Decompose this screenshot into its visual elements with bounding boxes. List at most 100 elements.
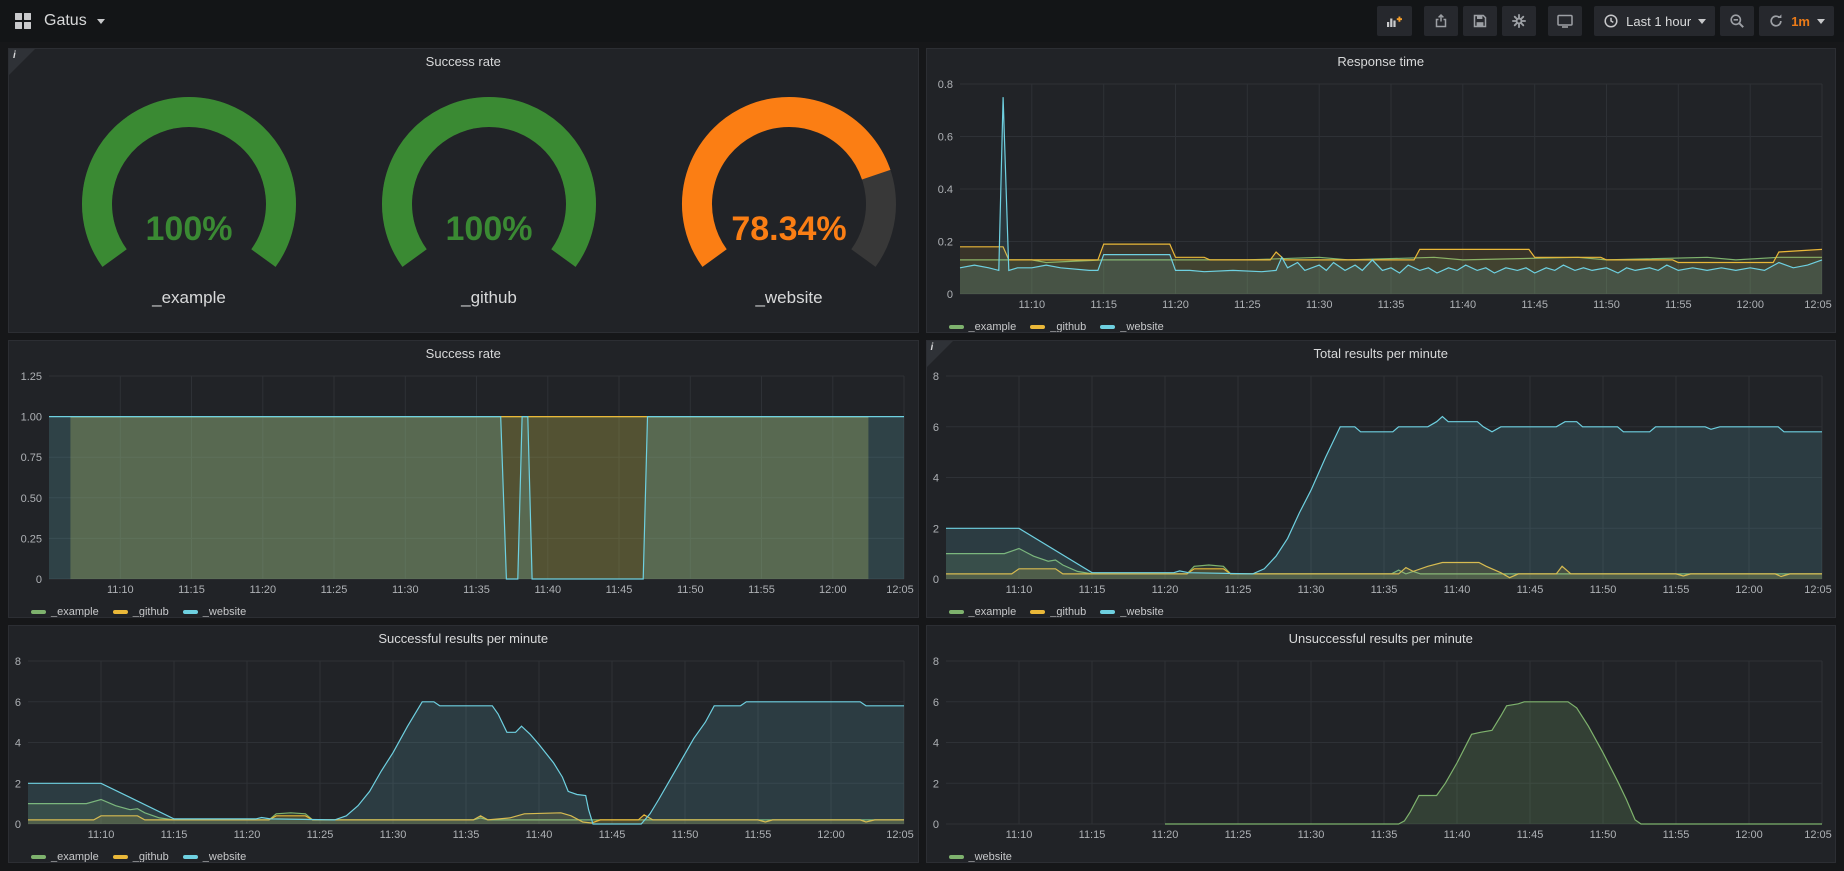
legend-item-_github[interactable]: _github (1030, 321, 1086, 333)
chart-legend: _example _github _website (927, 317, 1836, 333)
gauge-label: _github (461, 288, 517, 308)
legend-item-_example[interactable]: _example (31, 606, 99, 618)
add-panel-button[interactable] (1377, 6, 1412, 36)
series-fill-_website (49, 417, 904, 579)
save-button[interactable] (1463, 6, 1497, 36)
svg-text:0.2: 0.2 (937, 237, 952, 249)
legend-swatch (1100, 325, 1115, 329)
info-icon: i (931, 342, 934, 353)
chart-panel-body: 0246811:1011:1511:2011:2511:3011:3511:40… (927, 366, 1836, 618)
panel-title[interactable]: Success rate (9, 341, 918, 366)
legend-item-_example[interactable]: _example (949, 321, 1017, 333)
chart-canvas[interactable]: 00.20.40.60.811:1011:1511:2011:2511:3011… (927, 74, 1836, 312)
refresh-button[interactable]: 1m (1759, 6, 1834, 36)
gauge-arc: 78.34% (639, 92, 919, 284)
legend-item-_website[interactable]: _website (1100, 321, 1163, 333)
svg-text:11:35: 11:35 (1377, 299, 1404, 311)
svg-text:11:15: 11:15 (1090, 299, 1117, 311)
gauge-label: _example (152, 288, 226, 308)
legend-label: _github (1050, 321, 1086, 333)
legend-item-_github[interactable]: _github (1030, 606, 1086, 618)
chart-legend: _website (927, 847, 1836, 863)
svg-text:0: 0 (36, 574, 42, 586)
chart-canvas[interactable]: 0246811:1011:1511:2011:2511:3011:3511:40… (927, 651, 1836, 842)
legend-label: _example (969, 321, 1017, 333)
svg-text:11:10: 11:10 (1005, 829, 1032, 841)
time-range-picker[interactable]: Last 1 hour (1594, 6, 1715, 36)
dashboards-grid-icon[interactable] (14, 12, 32, 30)
svg-text:11:20: 11:20 (1151, 829, 1178, 841)
panel-title[interactable]: Total results per minute (927, 341, 1836, 366)
svg-text:11:30: 11:30 (1297, 584, 1324, 596)
legend-label: _github (1050, 606, 1086, 618)
tv-mode-button[interactable] (1548, 6, 1582, 36)
svg-text:0.75: 0.75 (21, 452, 42, 464)
legend-item-_example[interactable]: _example (949, 606, 1017, 618)
top-navbar: Gatus L (0, 0, 1844, 42)
gauge-label: _website (755, 288, 822, 308)
chart-panel-body: 00.250.500.751.001.2511:1011:1511:2011:2… (9, 366, 918, 618)
svg-text:1.25: 1.25 (21, 371, 42, 383)
panel-title[interactable]: Response time (927, 49, 1836, 74)
chart-canvas[interactable]: 0246811:1011:1511:2011:2511:3011:3511:40… (9, 651, 918, 842)
panel-info-corner[interactable]: i (9, 49, 35, 75)
svg-text:2: 2 (15, 778, 21, 790)
caret-down-icon (97, 19, 105, 24)
refresh-icon (1768, 13, 1784, 29)
svg-text:11:55: 11:55 (1664, 299, 1691, 311)
svg-text:11:55: 11:55 (745, 829, 772, 841)
legend-label: _website (969, 851, 1012, 863)
gauge-arc: 100% (39, 92, 339, 284)
zoom-out-button[interactable] (1720, 6, 1754, 36)
svg-text:100%: 100% (146, 210, 233, 248)
clock-icon (1603, 13, 1619, 29)
legend-swatch (1100, 610, 1115, 614)
series-fill-_website (28, 702, 904, 824)
svg-text:11:25: 11:25 (1233, 299, 1260, 311)
chart-canvas[interactable]: 00.250.500.751.001.2511:1011:1511:2011:2… (9, 366, 918, 597)
legend-item-_website[interactable]: _website (949, 851, 1012, 863)
legend-item-_website[interactable]: _website (1100, 606, 1163, 618)
legend-swatch (113, 610, 128, 614)
svg-text:11:35: 11:35 (1370, 584, 1397, 596)
legend-item-_github[interactable]: _github (113, 606, 169, 618)
svg-text:11:40: 11:40 (534, 584, 561, 596)
panel-total-results: i Total results per minute 0246811:1011:… (926, 340, 1837, 618)
panel-successful-results: Successful results per minute 0246811:10… (8, 625, 919, 863)
panel-title[interactable]: Success rate (9, 49, 918, 74)
chart-legend: _example _github _website (9, 602, 918, 618)
settings-button[interactable] (1502, 6, 1536, 36)
panel-title[interactable]: Successful results per minute (9, 626, 918, 651)
svg-text:4: 4 (15, 738, 21, 750)
legend-item-_github[interactable]: _github (113, 851, 169, 863)
svg-text:12:05: 12:05 (1804, 584, 1832, 596)
svg-text:0: 0 (932, 574, 938, 586)
chart-canvas[interactable]: 0246811:1011:1511:2011:2511:3011:3511:40… (927, 366, 1836, 597)
svg-text:11:40: 11:40 (1449, 299, 1476, 311)
legend-item-_website[interactable]: _website (183, 851, 246, 863)
svg-text:0.25: 0.25 (21, 533, 42, 545)
legend-swatch (31, 855, 46, 859)
svg-text:11:30: 11:30 (1297, 829, 1324, 841)
legend-item-_website[interactable]: _website (183, 606, 246, 618)
legend-label: _website (1120, 606, 1163, 618)
svg-text:0.50: 0.50 (21, 493, 42, 505)
panel-info-corner[interactable]: i (927, 341, 953, 367)
svg-text:11:15: 11:15 (161, 829, 188, 841)
panel-success-rate-graph: Success rate 00.250.500.751.001.2511:101… (8, 340, 919, 618)
dashboard-title-dropdown[interactable]: Gatus (44, 12, 105, 30)
dashboard-grid: i Success rate 100% _example 100% _githu… (0, 42, 1844, 871)
svg-text:11:20: 11:20 (1162, 299, 1189, 311)
dashboard-title: Gatus (44, 12, 87, 30)
panel-success-rate-gauges: i Success rate 100% _example 100% _githu… (8, 48, 919, 333)
zoom-out-icon (1729, 13, 1745, 29)
svg-text:78.34%: 78.34% (731, 210, 846, 248)
svg-text:11:50: 11:50 (1589, 584, 1616, 596)
panel-title[interactable]: Unsuccessful results per minute (927, 626, 1836, 651)
share-button[interactable] (1424, 6, 1458, 36)
svg-text:1.00: 1.00 (21, 412, 42, 424)
legend-item-_example[interactable]: _example (31, 851, 99, 863)
svg-text:11:10: 11:10 (88, 829, 115, 841)
chart-legend: _example _github _website (927, 602, 1836, 618)
svg-text:12:05: 12:05 (1804, 299, 1832, 311)
